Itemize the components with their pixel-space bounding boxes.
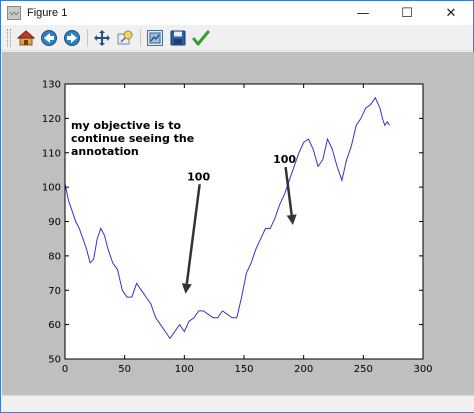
save-button[interactable]: [167, 27, 189, 49]
x-tick-label: 150: [234, 364, 253, 375]
y-tick-label: 110: [42, 148, 61, 159]
x-tick-label: 100: [175, 364, 194, 375]
annotation-label: 100: [187, 170, 210, 183]
note-line: continue seeing the: [71, 132, 194, 145]
navigation-toolbar: [1, 25, 473, 51]
maximize-button[interactable]: ☐: [385, 1, 429, 25]
home-icon: [17, 29, 35, 45]
minimize-button[interactable]: —: [341, 1, 385, 25]
x-tick-label: 200: [294, 364, 313, 375]
save-icon: [170, 30, 186, 45]
y-tick-label: 80: [48, 251, 61, 262]
back-button[interactable]: [38, 27, 60, 49]
app-icon: 〰: [7, 6, 21, 20]
toolbar-separator: [87, 28, 88, 47]
back-icon: [41, 29, 57, 46]
toolbar-separator: [140, 28, 141, 47]
toolbar-grip[interactable]: [7, 28, 11, 47]
edit-icon: [192, 30, 210, 45]
annotation-label: 100: [273, 153, 296, 166]
close-button[interactable]: ✕: [429, 1, 473, 25]
window-title: Figure 1: [27, 7, 68, 19]
x-tick-label: 0: [62, 364, 68, 375]
forward-icon: [64, 29, 80, 46]
status-bar: [2, 395, 474, 412]
x-tick-label: 50: [118, 364, 131, 375]
figure-canvas[interactable]: 0 50 100 150 200 250 300 50 60 70 80 90 100 110 120 130…: [2, 52, 474, 395]
y-tick-label: 130: [42, 80, 61, 91]
window-controls: — ☐ ✕: [341, 1, 473, 25]
forward-button[interactable]: [61, 27, 83, 49]
subplots-button[interactable]: [144, 27, 166, 49]
y-tick-label: 90: [48, 217, 61, 228]
pan-button[interactable]: [91, 27, 113, 49]
y-tick-label: 50: [48, 355, 61, 366]
zoom-button[interactable]: [114, 27, 136, 49]
y-tick-label: 100: [42, 183, 61, 194]
zoom-icon: [117, 30, 133, 44]
figure-window: 〰 Figure 1 — ☐ ✕ 0 50 100 150 200 250 30…: [0, 0, 474, 413]
line-chart[interactable]: 0 50 100 150 200 250 3005060708090100110120130…: [2, 52, 474, 395]
y-tick-label: 70: [48, 286, 61, 297]
title-bar[interactable]: 〰 Figure 1 — ☐ ✕: [1, 1, 473, 25]
note-line: my objective is to: [71, 119, 182, 132]
y-tick-label: 120: [42, 114, 61, 125]
pan-icon: [94, 29, 110, 46]
home-button[interactable]: [15, 27, 37, 49]
y-tick-label: 60: [48, 320, 61, 331]
x-tick-label: 250: [354, 364, 373, 375]
subplots-icon: [147, 29, 163, 46]
edit-button[interactable]: [190, 27, 212, 49]
x-tick-label: 300: [413, 364, 432, 375]
note-line: annotation: [71, 145, 139, 158]
